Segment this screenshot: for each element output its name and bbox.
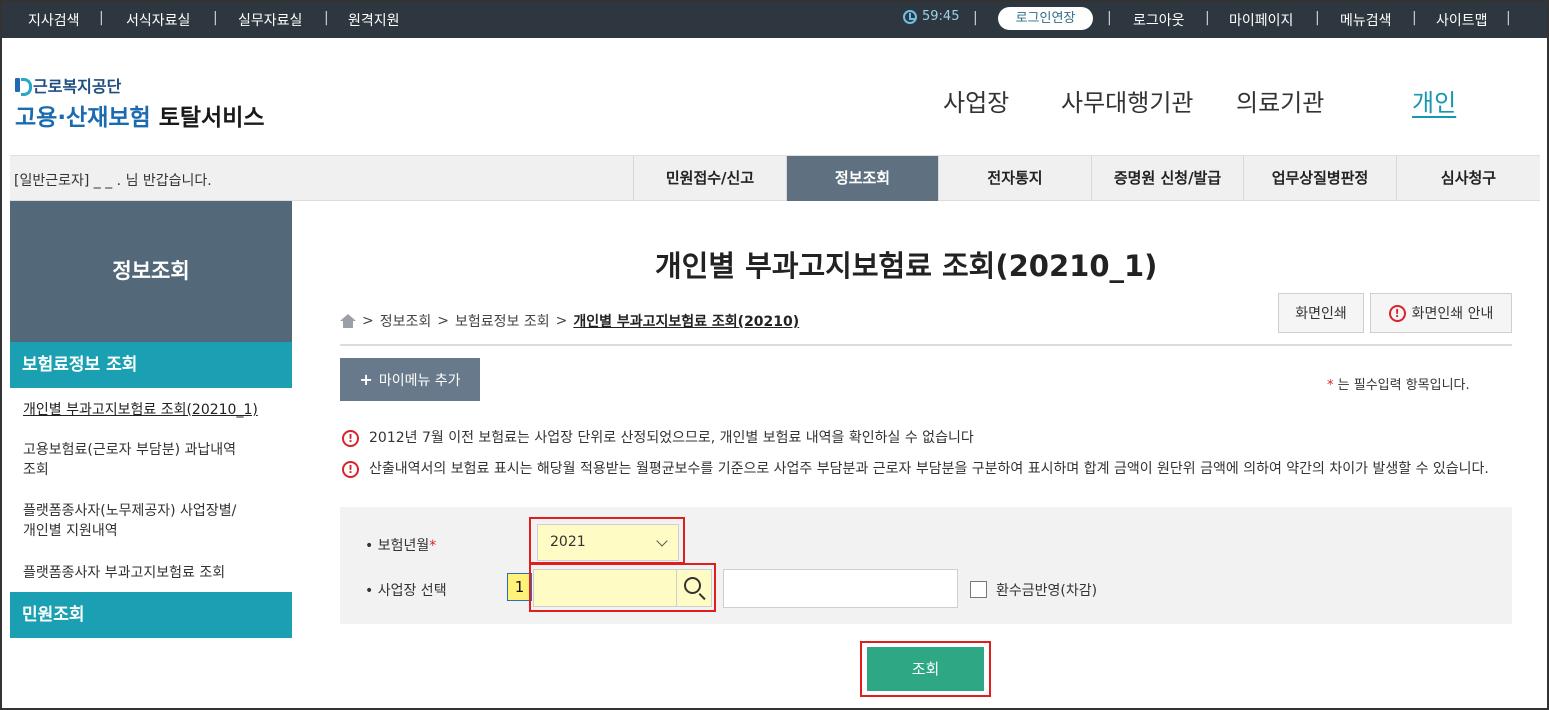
breadcrumb-separator: >	[437, 313, 449, 329]
separator: |	[1107, 10, 1112, 26]
breadcrumb-item[interactable]: 보험료정보 조회	[455, 311, 550, 331]
sidebar-title: 정보조회	[10, 201, 292, 342]
sidebar-item-platform-support[interactable]: 플랫폼종사자(노무제공자) 사업장별/ 개인별 지원내역	[23, 501, 288, 541]
separator: |	[1412, 10, 1417, 26]
workplace-code-input[interactable]	[533, 569, 677, 607]
notice-text: 산출내역서의 보험료 표시는 해당월 적용받는 월평균보수를 기준으로 사업주 …	[369, 461, 1489, 477]
breadcrumb: > 정보조회 > 보험료정보 조회 > 개인별 부과고지보험료 조회(20210…	[340, 311, 799, 331]
refund-checkbox[interactable]	[970, 581, 987, 598]
logout-link[interactable]: 로그아웃	[1133, 10, 1185, 30]
chevron-down-icon	[656, 535, 668, 547]
print-guide-button[interactable]: ! 화면인쇄 안내	[1370, 293, 1512, 333]
notice-line: ! 산출내역서의 보험료 표시는 해당월 적용받는 월평균보수를 기준으로 사업…	[342, 458, 1507, 481]
service-name[interactable]: 고용·산재보험 토탈서비스	[15, 98, 265, 132]
home-icon[interactable]	[340, 314, 356, 328]
service-name-black: 토탈서비스	[158, 105, 265, 131]
remote-support-link[interactable]: 원격지원	[348, 10, 400, 30]
print-button-label: 화면인쇄	[1295, 306, 1347, 322]
add-mymenu-label: 마이메뉴 추가	[378, 372, 461, 389]
breadcrumb-item[interactable]: 정보조회	[380, 311, 432, 331]
separator: |	[324, 10, 329, 26]
search-icon	[684, 577, 701, 594]
sidebar-item-label: 고용보험료(근로자 부담분) 과납내역	[23, 442, 237, 458]
tab-civil-application[interactable]: 민원접수/신고	[633, 156, 786, 201]
top-utility-bar: 지사검색 | 서식자료실 | 실무자료실 | 원격지원 59:45 | 로그인연…	[0, 0, 1549, 38]
notice-text: 2012년 7월 이전 보험료는 사업장 단위로 산정되었으므로, 개인별 보험…	[369, 430, 974, 446]
gnb-personal[interactable]: 개인	[1412, 83, 1456, 118]
breadcrumb-separator: >	[555, 313, 568, 329]
separator: |	[213, 10, 218, 26]
mypage-link[interactable]: 마이페이지	[1229, 10, 1293, 30]
sidebar-group-civil-inquiry[interactable]: 민원조회	[10, 592, 292, 638]
required-note: * 는 필수입력 항목입니다.	[1327, 374, 1470, 393]
search-submit-button[interactable]: 조회	[867, 647, 984, 691]
gnb-agency[interactable]: 사무대행기관	[1061, 83, 1193, 118]
tab-certificate[interactable]: 증명원 신청/발급	[1091, 156, 1243, 201]
bullet: •	[365, 583, 374, 599]
alert-icon: !	[342, 430, 359, 447]
required-star: *	[429, 538, 437, 554]
sidebar-item-label: 플랫폼종사자(노무제공자) 사업장별/	[23, 503, 237, 519]
workplace-search-button[interactable]	[677, 569, 712, 607]
extend-login-button[interactable]: 로그인연장	[998, 7, 1093, 30]
tab-occupational-disease[interactable]: 업무상질병판정	[1243, 156, 1396, 201]
gnb-workplace[interactable]: 사업장	[943, 83, 1009, 118]
sidebar-item-label: 조회	[23, 462, 49, 478]
notice-line: ! 2012년 7월 이전 보험료는 사업장 단위로 산정되었으므로, 개인별 …	[342, 427, 1514, 450]
breadcrumb-separator: >	[362, 313, 374, 329]
alert-icon: !	[1388, 304, 1406, 322]
separator: |	[1205, 10, 1210, 26]
plus-icon: +	[359, 370, 373, 389]
sidebar-item-label: 개인별 지원내역	[23, 523, 118, 539]
separator: |	[1315, 10, 1320, 26]
required-note-text: 는 필수입력 항목입니다.	[1337, 378, 1470, 393]
practice-library-link[interactable]: 실무자료실	[238, 10, 302, 30]
print-guide-label: 화면인쇄 안내	[1411, 306, 1494, 322]
clock-icon	[903, 9, 917, 24]
menu-search-link[interactable]: 메뉴검색	[1340, 10, 1392, 30]
sub-navigation: [일반근로자] _ _ . 님 반갑습니다. 민원접수/신고 정보조회 전자통지…	[10, 155, 1540, 201]
welcome-message: [일반근로자] _ _ . 님 반갑습니다.	[14, 173, 212, 189]
site-logo[interactable]: 근로복지공단	[15, 73, 121, 97]
separator: |	[1506, 10, 1511, 26]
page-title: 개인별 부과고지보험료 조회(20210_1)	[655, 249, 1158, 283]
forms-library-link[interactable]: 서식자료실	[126, 10, 190, 30]
session-timer: 59:45	[903, 9, 959, 24]
refund-checkbox-label[interactable]: 환수금반영(차감)	[996, 580, 1097, 600]
branch-search-link[interactable]: 지사검색	[28, 10, 80, 30]
required-star: *	[1327, 378, 1334, 393]
tab-info-inquiry[interactable]: 정보조회	[786, 156, 938, 201]
service-name-blue: 고용·산재보험	[15, 105, 151, 131]
add-mymenu-button[interactable]: + 마이메뉴 추가	[340, 358, 480, 401]
year-month-select[interactable]: 2021	[537, 524, 679, 561]
comwel-logo-icon	[15, 77, 32, 96]
workplace-name-field[interactable]	[723, 569, 958, 608]
sidebar-item-overpayment[interactable]: 고용보험료(근로자 부담분) 과납내역 조회	[23, 440, 288, 480]
breadcrumb-current[interactable]: 개인별 부과고지보험료 조회(20210)	[573, 311, 799, 331]
timer-value: 59:45	[922, 9, 960, 24]
gnb-medical[interactable]: 의료기관	[1236, 83, 1324, 118]
sidebar-item-platform-premium[interactable]: 플랫폼종사자 부과고지보험료 조회	[23, 563, 288, 583]
sitemap-link[interactable]: 사이트맵	[1436, 10, 1488, 30]
alert-icon: !	[342, 461, 359, 478]
separator: |	[973, 10, 978, 26]
year-month-value: 2021	[550, 534, 586, 550]
org-name: 근로복지공단	[33, 77, 122, 96]
print-button[interactable]: 화면인쇄	[1278, 293, 1364, 333]
sidebar-item-personal-premium[interactable]: 개인별 부과고지보험료 조회(20210_1)	[23, 400, 288, 420]
site-header: 근로복지공단 고용·산재보험 토탈서비스 사업장 사무대행기관 의료기관 개인	[10, 38, 1540, 155]
sidebar-group-premium-info[interactable]: 보험료정보 조회	[10, 342, 292, 388]
workplace-label-text: 사업장 선택	[377, 583, 447, 599]
year-month-label-text: 보험년월	[377, 538, 430, 554]
workplace-label: • 사업장 선택	[365, 580, 447, 600]
tab-review-request[interactable]: 심사청구	[1396, 156, 1540, 201]
bullet: •	[365, 538, 374, 554]
separator: |	[99, 10, 104, 26]
title-divider	[340, 344, 1512, 346]
tab-e-notice[interactable]: 전자통지	[938, 156, 1091, 201]
year-month-label: • 보험년월*	[365, 535, 436, 555]
